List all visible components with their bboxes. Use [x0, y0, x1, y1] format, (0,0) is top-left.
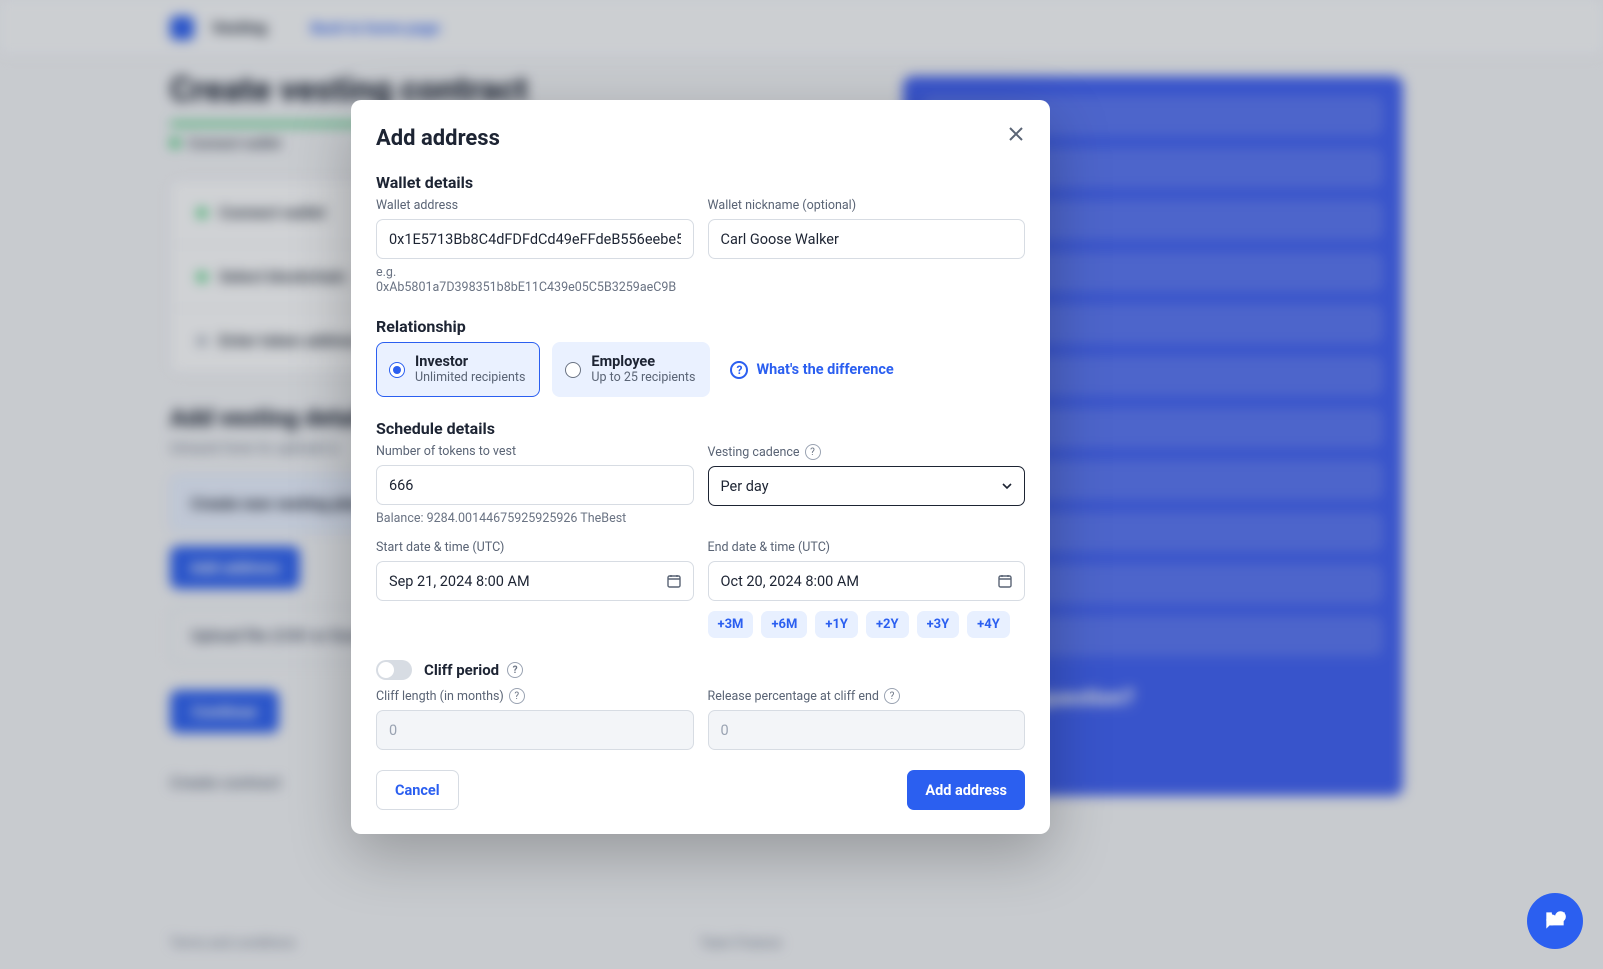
chip-6m[interactable]: +6M [761, 611, 807, 638]
relationship-employee-option[interactable]: Employee Up to 25 recipients [552, 342, 710, 397]
chat-widget[interactable] [1527, 893, 1583, 949]
help-icon: ? [509, 688, 525, 704]
cadence-select[interactable]: Per day [708, 466, 1026, 506]
help-icon: ? [884, 688, 900, 704]
whats-the-difference-link[interactable]: ? What's the difference [730, 361, 893, 379]
wallet-nickname-label: Wallet nickname (optional) [708, 198, 1026, 213]
radio-icon [389, 362, 405, 378]
chip-2y[interactable]: +2Y [866, 611, 909, 638]
quick-duration-chips: +3M +6M +1Y +2Y +3Y +4Y [708, 611, 1026, 638]
schedule-details-heading: Schedule details [376, 419, 1025, 438]
cadence-label: Vesting cadence ? [708, 444, 1026, 460]
release-pct-input [708, 710, 1026, 750]
cliff-period-label: Cliff period ? [424, 661, 523, 679]
wallet-address-hint: e.g. 0xAb5801a7D398351b8bE11C439e05C5B32… [376, 265, 694, 295]
relationship-investor-option[interactable]: Investor Unlimited recipients [376, 342, 540, 397]
diff-link-label: What's the difference [756, 361, 893, 378]
balance-text: Balance: 9284.00144675925925926 TheBest [376, 511, 694, 526]
chip-1y[interactable]: +1Y [815, 611, 858, 638]
investor-title: Investor [415, 354, 525, 371]
calendar-icon [997, 573, 1013, 589]
start-date-label: Start date & time (UTC) [376, 540, 694, 555]
chip-3m[interactable]: +3M [708, 611, 754, 638]
wallet-address-input[interactable] [376, 219, 694, 259]
chip-3y[interactable]: +3Y [917, 611, 960, 638]
chip-4y[interactable]: +4Y [967, 611, 1010, 638]
radio-icon [565, 362, 581, 378]
calendar-icon [666, 573, 682, 589]
cliff-length-label: Cliff length (in months) ? [376, 688, 694, 704]
employee-title: Employee [591, 354, 695, 371]
add-address-modal: Add address Wallet details Wallet addres… [351, 100, 1050, 834]
close-button[interactable] [1002, 120, 1030, 148]
release-pct-label: Release percentage at cliff end ? [708, 688, 1026, 704]
employee-subtitle: Up to 25 recipients [591, 371, 695, 385]
end-date-label: End date & time (UTC) [708, 540, 1026, 555]
wallet-details-heading: Wallet details [376, 173, 1025, 192]
question-circle-icon: ? [730, 361, 748, 379]
add-address-button[interactable]: Add address [907, 770, 1025, 810]
end-date-input[interactable] [708, 561, 1026, 601]
relationship-heading: Relationship [376, 317, 1025, 336]
tokens-label: Number of tokens to vest [376, 444, 694, 459]
close-icon [1008, 126, 1024, 142]
help-icon: ? [507, 662, 523, 678]
modal-title: Add address [376, 126, 1025, 151]
cliff-length-input [376, 710, 694, 750]
start-date-input[interactable] [376, 561, 694, 601]
wallet-nickname-input[interactable] [708, 219, 1026, 259]
tokens-input[interactable] [376, 465, 694, 505]
chat-icon [1542, 908, 1568, 934]
wallet-address-label: Wallet address [376, 198, 694, 213]
investor-subtitle: Unlimited recipients [415, 371, 525, 385]
cliff-toggle[interactable] [376, 660, 412, 680]
help-icon: ? [805, 444, 821, 460]
cancel-button[interactable]: Cancel [376, 770, 459, 810]
